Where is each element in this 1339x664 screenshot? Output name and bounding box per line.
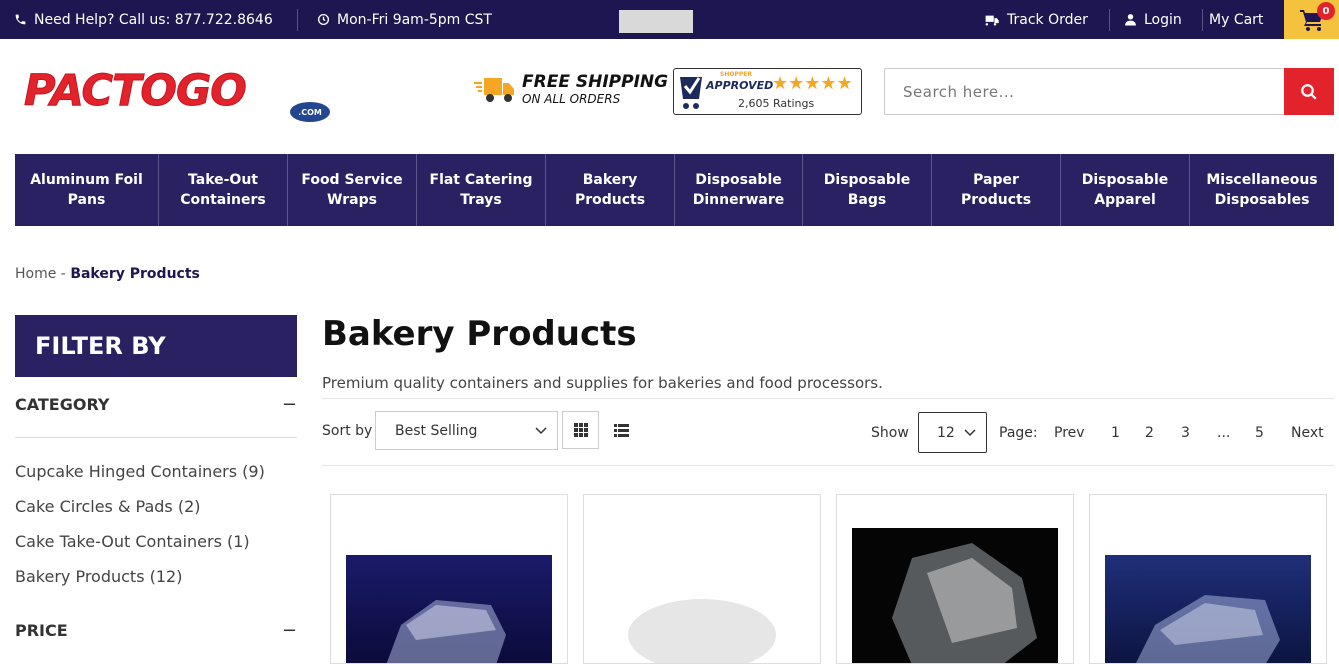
- approved-small-label: SHOPPER: [720, 71, 752, 78]
- category-item[interactable]: Cake Circles & Pads (2): [15, 495, 265, 530]
- collapse-icon[interactable]: −: [282, 620, 297, 641]
- search-input[interactable]: [885, 69, 1285, 114]
- breadcrumb-separator: -: [60, 266, 66, 282]
- track-order-link[interactable]: Track Order: [985, 0, 1088, 39]
- next-page-link[interactable]: Next: [1291, 425, 1324, 441]
- product-image[interactable]: [346, 555, 552, 663]
- collapse-icon[interactable]: −: [282, 394, 297, 415]
- nav-miscellaneous-disposables[interactable]: Miscellaneous Disposables: [1190, 154, 1334, 226]
- breadcrumb-current: Bakery Products: [70, 266, 200, 282]
- per-page-select[interactable]: 12: [918, 412, 987, 453]
- nav-disposable-dinnerware[interactable]: Disposable Dinnerware: [675, 154, 803, 226]
- filter-heading: FILTER BY: [15, 315, 297, 377]
- approved-label: APPROVED: [706, 79, 774, 92]
- top-bar: Need Help? Call us: 877.722.8646 Mon-Fri…: [0, 0, 1339, 39]
- breadcrumb-home[interactable]: Home: [15, 266, 56, 282]
- divider: [15, 437, 297, 438]
- breadcrumb: Home - Bakery Products: [15, 266, 200, 282]
- nav-aluminum-foil-pans[interactable]: Aluminum Foil Pans: [15, 154, 159, 226]
- my-cart-link[interactable]: My Cart: [1209, 0, 1263, 39]
- divider: [322, 398, 1334, 399]
- login-label: Login: [1144, 11, 1182, 28]
- nav-paper-products[interactable]: Paper Products: [932, 154, 1061, 226]
- promo-line2: ON ALL ORDERS: [522, 92, 621, 106]
- nav-bakery-products[interactable]: Bakery Products: [546, 154, 675, 226]
- list-icon: [614, 423, 629, 437]
- page-title: Bakery Products: [322, 314, 637, 354]
- divider: [322, 465, 1334, 466]
- category-facet-title: CATEGORY: [15, 395, 110, 414]
- price-facet-header[interactable]: PRICE −: [15, 620, 297, 641]
- truck-icon: [985, 15, 999, 26]
- page-link[interactable]: 5: [1255, 425, 1264, 441]
- grid-icon: [573, 423, 588, 437]
- nav-disposable-apparel[interactable]: Disposable Apparel: [1061, 154, 1190, 226]
- hours-text: Mon-Fri 9am-5pm CST: [337, 11, 492, 28]
- category-facet-header[interactable]: CATEGORY −: [15, 394, 297, 415]
- price-facet-title: PRICE: [15, 621, 68, 640]
- free-shipping-promo: FREE SHIPPING ON ALL ORDERS: [474, 74, 668, 105]
- promo-line1: FREE SHIPPING: [522, 72, 669, 92]
- grid-view-button[interactable]: [562, 411, 599, 449]
- search-button[interactable]: [1284, 68, 1334, 115]
- logo-suffix: .COM: [290, 102, 330, 122]
- nav-flat-catering-trays[interactable]: Flat Catering Trays: [417, 154, 546, 226]
- product-card[interactable]: [836, 494, 1074, 664]
- login-link[interactable]: Login: [1124, 0, 1182, 39]
- track-order-label: Track Order: [1007, 11, 1088, 28]
- product-card[interactable]: [1089, 494, 1327, 664]
- category-list: Cupcake Hinged Containers (9) Cake Circl…: [15, 460, 265, 600]
- broken-image-icon: [619, 10, 693, 33]
- product-image[interactable]: [852, 528, 1058, 663]
- site-logo[interactable]: PACTOGO .COM: [24, 66, 346, 126]
- cart-button[interactable]: 0: [1284, 0, 1339, 39]
- page-ellipsis: ...: [1217, 425, 1231, 441]
- phone-icon: [15, 14, 26, 25]
- shipping-truck-icon: [474, 77, 514, 102]
- divider: [297, 9, 298, 31]
- cart-count-badge: 0: [1317, 2, 1335, 20]
- clock-icon: [317, 13, 330, 26]
- nav-take-out-containers[interactable]: Take-Out Containers: [159, 154, 288, 226]
- chevron-down-icon: [964, 428, 976, 436]
- per-page-value: 12: [937, 424, 955, 441]
- product-card[interactable]: [330, 494, 568, 664]
- page-link[interactable]: 1: [1111, 425, 1120, 441]
- help-line[interactable]: Need Help? Call us: 877.722.8646: [14, 0, 273, 39]
- page-description: Premium quality containers and supplies …: [322, 374, 883, 392]
- search-bar: [884, 68, 1334, 115]
- divider: [1109, 9, 1110, 31]
- main-nav: Aluminum Foil Pans Take-Out Containers F…: [15, 154, 1334, 226]
- page-link[interactable]: 2: [1145, 425, 1154, 441]
- product-card[interactable]: [583, 494, 821, 664]
- rating-stars: ★★★★★: [772, 73, 853, 94]
- divider: [1202, 9, 1203, 31]
- category-item[interactable]: Cupcake Hinged Containers (9): [15, 460, 265, 495]
- prev-page-link[interactable]: Prev: [1054, 425, 1085, 441]
- sort-select[interactable]: Best Selling: [375, 411, 558, 450]
- hours: Mon-Fri 9am-5pm CST: [317, 0, 492, 39]
- page-link[interactable]: 3: [1181, 425, 1190, 441]
- product-image[interactable]: [1105, 555, 1311, 663]
- product-image[interactable]: [599, 555, 805, 663]
- nav-food-service-wraps[interactable]: Food Service Wraps: [288, 154, 417, 226]
- shopper-approved-badge[interactable]: SHOPPER APPROVED ★★★★★ 2,605 Ratings: [673, 68, 862, 115]
- page-label: Page:: [999, 425, 1038, 441]
- show-label: Show: [871, 425, 909, 441]
- sort-label: Sort by: [322, 423, 373, 439]
- ratings-count: 2,605 Ratings: [738, 97, 815, 110]
- category-item[interactable]: Bakery Products (12): [15, 565, 265, 600]
- user-icon: [1125, 14, 1136, 26]
- list-view-button[interactable]: [603, 411, 640, 449]
- nav-disposable-bags[interactable]: Disposable Bags: [803, 154, 932, 226]
- approved-check-icon: [680, 77, 702, 109]
- search-icon: [1301, 83, 1317, 100]
- category-item[interactable]: Cake Take-Out Containers (1): [15, 530, 265, 565]
- help-text: Need Help? Call us: 877.722.8646: [34, 11, 273, 28]
- chevron-down-icon: [535, 426, 547, 434]
- sort-value: Best Selling: [395, 422, 478, 439]
- my-cart-label: My Cart: [1209, 11, 1264, 28]
